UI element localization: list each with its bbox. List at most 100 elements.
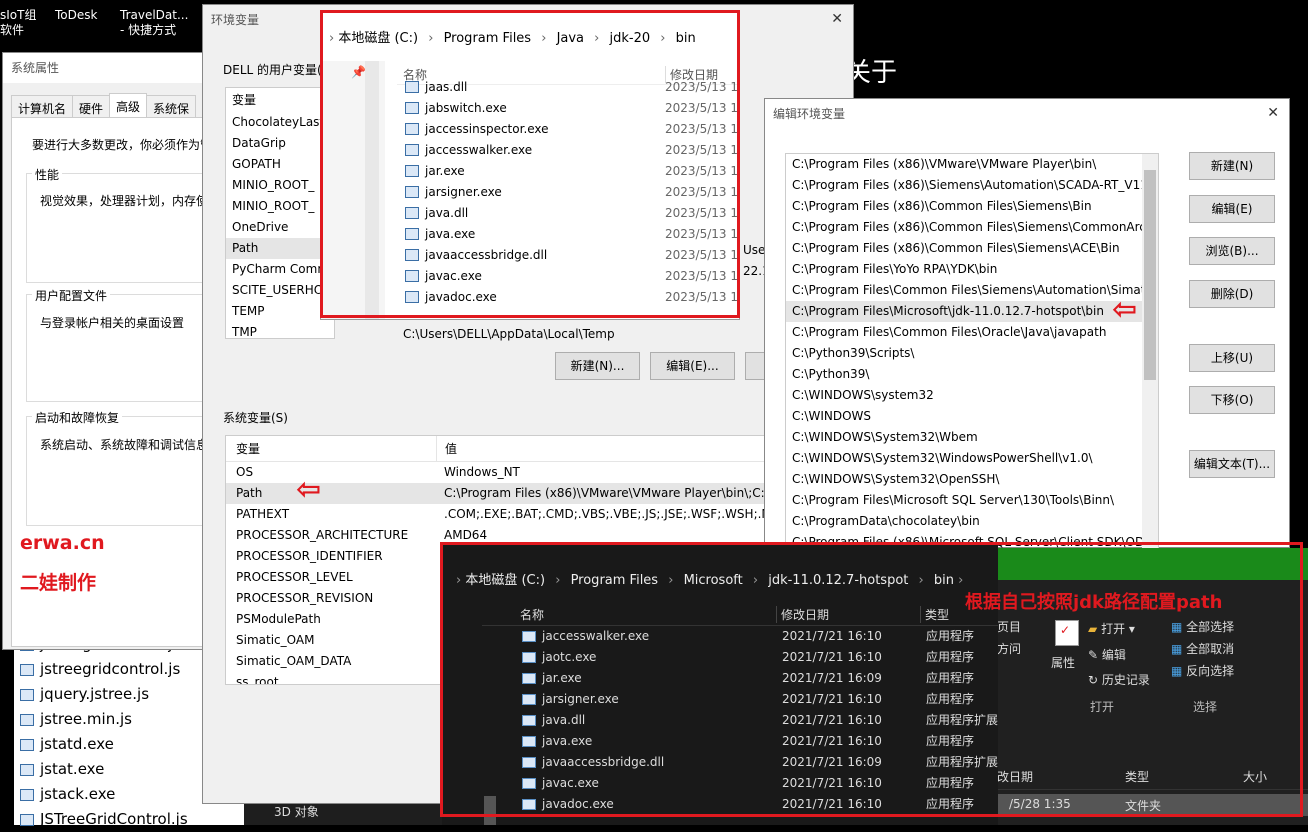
user-var-row[interactable]: Path [226,238,334,259]
edit-button[interactable]: 编辑(E) [1189,195,1275,223]
move-up-button[interactable]: 上移(U) [1189,344,1275,372]
file-row[interactable]: java.exe 2021/7/21 16:10 应用程序 [518,731,998,752]
crumb-microsoft[interactable]: Microsoft [684,573,743,588]
user-var-row[interactable]: ChocolateyLast [226,112,334,133]
path-entry[interactable]: C:\Python39\Scripts\ [786,343,1158,364]
table-row[interactable]: /5/28 1:35 文件夹 [995,794,1308,816]
invert-selection-button[interactable]: ▦ 反向选择 [1171,662,1234,679]
crumb-jdk20[interactable]: jdk-20 [610,31,651,46]
path-entry[interactable]: C:\WINDOWS [786,406,1158,427]
user-var-row[interactable]: MINIO_ROOT_ [226,196,334,217]
crumb-java[interactable]: Java [557,31,584,46]
user-var-row[interactable]: OneDrive [226,217,334,238]
crumb-drive[interactable]: 本地磁盘 (C:) [338,31,418,46]
file-row[interactable]: jar.exe 2023/5/13 1 [397,161,737,182]
path-entry[interactable]: C:\Program Files (x86)\Siemens\Automatio… [786,175,1158,196]
select-all-button[interactable]: ▦ 全部选择 [1171,618,1234,635]
table-row[interactable]: PROCESSOR_ARCHITECTURE AMD64 [226,525,854,546]
ribbon-dir-fragment[interactable]: 方问 [997,640,1021,657]
path-entry[interactable]: C:\Python39\ [786,364,1158,385]
edit-ribbon-button[interactable]: ✎ 编辑 [1088,646,1126,663]
file-row[interactable]: jarsigner.exe 2021/7/21 16:10 应用程序 [518,689,998,710]
crumb-jdk11[interactable]: jdk-11.0.12.7-hotspot [768,573,908,588]
desktop-icon-traveldata[interactable]: TravelDat... - 快捷方式 [120,8,200,38]
file-row[interactable]: java.exe 2023/5/13 1 [397,224,737,245]
path-entry[interactable]: C:\WINDOWS\System32\WindowsPowerShell\v1… [786,448,1158,469]
col-header-value[interactable]: 值 [436,436,457,462]
ribbon-page-fragment[interactable]: 页目 [997,618,1021,635]
col-header-date[interactable]: 改日期 [997,768,1033,785]
desktop-icon-siot[interactable]: sIoT组 软件 [0,8,50,38]
file-row[interactable]: jar.exe 2021/7/21 16:09 应用程序 [518,668,998,689]
new-button[interactable]: 新建(N) [1189,152,1275,180]
file-row[interactable]: jaccesswalker.exe 2021/7/21 16:10 应用程序 [518,626,998,647]
file-row[interactable]: jaccessinspector.exe 2023/5/13 1 [397,119,737,140]
file-row[interactable]: javadoc.exe 2021/7/21 16:10 应用程序 [518,794,998,815]
delete-button[interactable]: 删除(D) [1189,280,1275,308]
path-entry[interactable]: C:\Program Files\Microsoft SQL Server\13… [786,490,1158,511]
user-var-row[interactable]: PyCharm Comm [226,259,334,280]
list-item[interactable]: JSTreeGridControl.js [14,807,244,832]
browse-button[interactable]: 浏览(B)... [1189,237,1275,265]
file-row[interactable]: jaotc.exe 2021/7/21 16:10 应用程序 [518,647,998,668]
col-header-variable[interactable]: 变量 [236,436,260,462]
crumb-drive[interactable]: 本地磁盘 (C:) [465,573,545,588]
path-entry[interactable]: C:\Program Files (x86)\Common Files\Siem… [786,238,1158,259]
user-var-row[interactable]: TMP [226,322,334,343]
path-entry[interactable]: C:\Program Files (x86)\Common Files\Siem… [786,217,1158,238]
user-new-button[interactable]: 新建(N)... [555,352,640,380]
user-var-row[interactable]: DataGrip [226,133,334,154]
user-var-row[interactable]: GOPATH [226,154,334,175]
path-entry[interactable]: C:\WINDOWS\System32\OpenSSH\ [786,469,1158,490]
tab-advanced[interactable]: 高级 [109,93,148,119]
crumb-bin[interactable]: bin [676,31,696,46]
path-entry[interactable]: C:\Program Files\Microsoft\jdk-11.0.12.7… [786,301,1158,322]
close-icon[interactable]: ✕ [831,11,843,27]
move-down-button[interactable]: 下移(O) [1189,386,1275,414]
col-header-date[interactable]: 修改日期 [776,606,829,623]
crumb-program-files[interactable]: Program Files [444,31,532,46]
close-icon[interactable]: ✕ [1267,105,1279,121]
nav-scrollbar[interactable] [484,796,496,825]
path-entry[interactable]: C:\WINDOWS\system32 [786,385,1158,406]
col-header-type[interactable]: 类型 [1125,768,1149,785]
file-row[interactable]: jaas.dll 2023/5/13 1 [397,77,737,98]
desktop-icon-todesk[interactable]: ToDesk [55,8,115,23]
path-scrollbar[interactable] [1142,154,1158,548]
crumb-program-files[interactable]: Program Files [571,573,659,588]
select-none-button[interactable]: ▦ 全部取消 [1171,640,1234,657]
file-row[interactable]: jarsigner.exe 2023/5/13 1 [397,182,737,203]
path-entry[interactable]: C:\Program Files\YoYo RPA\YDK\bin [786,259,1158,280]
path-entry[interactable]: C:\Program Files (x86)\Common Files\Siem… [786,196,1158,217]
file-row[interactable]: java.dll 2023/5/13 1 [397,203,737,224]
file-row[interactable]: javac.exe 2023/5/13 1 [397,266,737,287]
file-row[interactable]: jabswitch.exe 2023/5/13 1 [397,98,737,119]
crumb-bin[interactable]: bin [934,573,954,588]
table-row[interactable]: PATHEXT .COM;.EXE;.BAT;.CMD;.VBS;.VBE;.JS… [226,504,854,525]
properties-icon[interactable]: ✓ [1055,620,1079,646]
path-entry[interactable]: C:\Program Files\Common Files\Siemens\Au… [786,280,1158,301]
path-entry[interactable]: C:\Program Files (x86)\VMware\VMware Pla… [786,154,1158,175]
user-var-row[interactable]: SCITE_USERHO [226,280,334,301]
file-row[interactable]: jaccesswalker.exe 2023/5/13 1 [397,140,737,161]
user-var-row[interactable]: MINIO_ROOT_ [226,175,334,196]
file-row[interactable]: javaaccessbridge.dll 2021/7/21 16:09 应用程序扩… [518,752,998,773]
col-header-name[interactable]: 名称 [520,606,544,623]
path-entry[interactable]: C:\ProgramData\chocolatey\bin [786,511,1158,532]
path-entry[interactable]: C:\WINDOWS\System32\Wbem [786,427,1158,448]
nav-scrollbar[interactable] [365,61,379,319]
file-row[interactable]: javaaccessbridge.dll 2023/5/13 1 [397,245,737,266]
edit-text-button[interactable]: 编辑文本(T)... [1189,450,1275,478]
user-edit-button[interactable]: 编辑(E)... [650,352,735,380]
file-row[interactable]: javac.exe 2021/7/21 16:10 应用程序 [518,773,998,794]
col-header-size[interactable]: 大小 [1243,768,1267,785]
history-button[interactable]: ↻ 历史记录 [1088,671,1150,688]
col-header-type[interactable]: 类型 [920,606,949,623]
file-row[interactable]: java.dll 2021/7/21 16:10 应用程序扩展 [518,710,998,731]
user-var-row[interactable]: TEMP [226,301,334,322]
col-header-variable[interactable]: 变量 [226,88,334,112]
pin-icon[interactable]: 📌 [351,65,366,79]
file-row[interactable]: javadoc.exe 2023/5/13 1 [397,287,737,308]
properties-button[interactable]: 属性 [1051,654,1075,671]
open-button[interactable]: ▰ 打开 ▾ [1088,620,1135,637]
